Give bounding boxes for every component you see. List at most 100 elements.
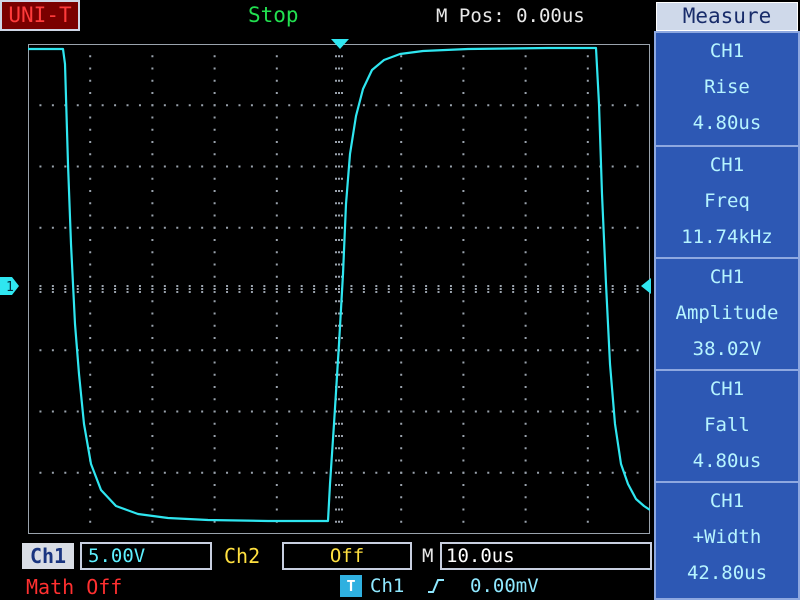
graticule-dot bbox=[524, 459, 527, 462]
graticule-dot bbox=[387, 291, 390, 293]
graticule-dot bbox=[341, 471, 343, 474]
graticule-dot bbox=[499, 104, 502, 107]
graticule-dot bbox=[338, 141, 340, 143]
graticule-dot bbox=[89, 165, 92, 168]
graticule-dot bbox=[524, 361, 527, 364]
graticule-dot bbox=[449, 165, 452, 168]
menu-title[interactable]: Measure bbox=[656, 2, 798, 31]
graticule-dot bbox=[39, 226, 42, 229]
graticule-dot bbox=[275, 386, 278, 388]
graticule-dot bbox=[89, 349, 92, 352]
graticule-dot bbox=[341, 226, 343, 229]
measure-slot-1[interactable]: CH1 Rise 4.80us bbox=[654, 31, 800, 147]
graticule-dot bbox=[611, 104, 614, 107]
graticule-dot bbox=[524, 141, 527, 143]
graticule-dot bbox=[400, 508, 403, 511]
ch1-ground-marker-icon[interactable]: 1 bbox=[0, 276, 20, 296]
graticule-dot bbox=[549, 104, 552, 107]
ch1-label[interactable]: Ch1 bbox=[22, 543, 74, 569]
graticule-dot bbox=[300, 410, 303, 413]
graticule-dot bbox=[375, 471, 378, 474]
graticule-dot bbox=[76, 104, 79, 107]
measure-slot-2[interactable]: CH1 Freq 11.74kHz bbox=[654, 145, 800, 261]
graticule-dot bbox=[462, 349, 465, 352]
measure-slot-5[interactable]: CH1 +Width 42.80us bbox=[654, 481, 800, 600]
graticule-dot bbox=[300, 226, 303, 229]
brand-logo: UNI-T bbox=[0, 0, 80, 31]
graticule-dot bbox=[462, 251, 465, 254]
graticule-dot bbox=[524, 214, 527, 217]
graticule-dot bbox=[512, 410, 515, 413]
graticule-dot bbox=[512, 104, 515, 107]
graticule-dot bbox=[425, 285, 428, 287]
graticule-dot bbox=[338, 398, 340, 401]
graticule-dot bbox=[89, 202, 92, 205]
trigger-position-marker-icon[interactable] bbox=[330, 38, 350, 50]
graticule-dot bbox=[151, 153, 154, 156]
graticule-dot bbox=[524, 398, 527, 401]
graticule-dot bbox=[39, 104, 42, 107]
graticule-dot bbox=[586, 361, 589, 364]
graticule-dot bbox=[400, 104, 403, 107]
graticule-dot bbox=[213, 226, 216, 229]
graticule-dot bbox=[288, 291, 291, 293]
graticule-dot bbox=[151, 422, 154, 425]
graticule-dot bbox=[288, 410, 291, 413]
graticule-dot bbox=[89, 398, 92, 401]
graticule-dot bbox=[89, 471, 92, 474]
ch2-label[interactable]: Ch2 bbox=[224, 543, 260, 569]
graticule-dot bbox=[341, 202, 343, 205]
graticule-dot bbox=[275, 484, 278, 486]
graticule-dot bbox=[201, 288, 204, 290]
graticule-dot bbox=[163, 291, 166, 293]
graticule-dot bbox=[151, 312, 154, 315]
graticule-dot bbox=[512, 288, 515, 290]
graticule-dot bbox=[89, 520, 92, 523]
graticule-dot bbox=[89, 141, 92, 143]
graticule-dot bbox=[400, 361, 403, 364]
graticule-dot bbox=[437, 410, 440, 413]
graticule-dot bbox=[213, 190, 216, 192]
graticule-dot bbox=[537, 349, 540, 352]
graticule-dot bbox=[163, 349, 166, 352]
graticule-dot bbox=[449, 285, 452, 287]
graticule-dot bbox=[412, 349, 415, 352]
graticule-dot bbox=[387, 471, 390, 474]
graticule-dot bbox=[250, 471, 253, 474]
graticule-dot bbox=[449, 291, 452, 293]
graticule-dot bbox=[213, 202, 216, 205]
graticule-dot bbox=[636, 471, 639, 474]
graticule-dot bbox=[151, 79, 154, 82]
graticule-dot bbox=[335, 447, 337, 450]
graticule-dot bbox=[586, 55, 589, 58]
measure-source: CH1 bbox=[709, 490, 745, 512]
graticule-dot bbox=[462, 141, 465, 143]
graticule-dot bbox=[335, 177, 337, 180]
graticule-dot bbox=[250, 349, 253, 352]
measure-slot-4[interactable]: CH1 Fall 4.80us bbox=[654, 369, 800, 485]
graticule-dot bbox=[263, 285, 266, 287]
measure-slot-3[interactable]: CH1 Amplitude 38.02V bbox=[654, 257, 800, 373]
graticule-dot bbox=[474, 291, 477, 293]
graticule-dot bbox=[338, 104, 340, 107]
graticule-dot bbox=[474, 288, 477, 290]
graticule-dot bbox=[151, 435, 154, 437]
graticule-dot bbox=[425, 165, 428, 168]
graticule-dot bbox=[586, 435, 589, 437]
graticule-dot bbox=[201, 471, 204, 474]
graticule-dot bbox=[275, 239, 278, 241]
graticule-dot bbox=[537, 165, 540, 168]
graticule-dot bbox=[400, 251, 403, 254]
graticule-dot bbox=[487, 285, 490, 287]
graticule-dot bbox=[586, 263, 589, 266]
graticule-dot bbox=[512, 285, 515, 287]
graticule-dot bbox=[201, 104, 204, 107]
trigger-level-marker-icon[interactable] bbox=[638, 277, 652, 295]
graticule-dot bbox=[89, 239, 92, 241]
graticule-dot bbox=[341, 324, 343, 327]
graticule-dot bbox=[462, 55, 465, 58]
graticule-dot bbox=[412, 410, 415, 413]
graticule-dot bbox=[288, 288, 291, 290]
graticule-dot bbox=[275, 67, 278, 70]
graticule-dot bbox=[362, 410, 365, 413]
